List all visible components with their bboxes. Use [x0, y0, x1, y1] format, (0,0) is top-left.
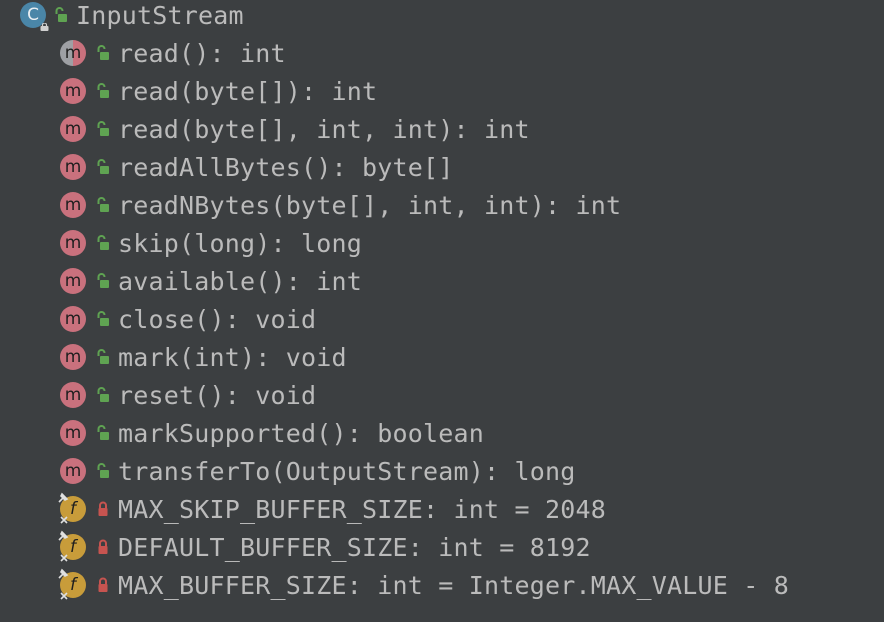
method-icon: m: [60, 154, 86, 180]
public-icon: [97, 197, 109, 212]
structure-panel: C InputStream m read(): int m read(byte[]):…: [0, 0, 884, 622]
method-signature: read(byte[]): int: [118, 76, 378, 106]
public-icon: [97, 159, 109, 174]
method-icon: m: [60, 344, 86, 370]
badge-letter: m: [64, 80, 82, 101]
final-pin-icon: [60, 516, 68, 524]
method-node-read[interactable]: m read(byte[], int, int): int: [60, 110, 530, 148]
field-signature: MAX_SKIP_BUFFER_SIZE: int = 2048: [118, 494, 607, 524]
badge-letter: m: [64, 384, 82, 405]
private-icon: [98, 501, 108, 516]
final-pin-icon: [60, 592, 68, 600]
badge-letter: m: [64, 460, 82, 481]
field-icon: f: [58, 492, 86, 524]
method-node-skip[interactable]: m skip(long): long: [60, 224, 362, 262]
public-icon: [97, 83, 109, 98]
badge-letter: m: [64, 194, 82, 215]
public-icon: [97, 387, 109, 402]
badge-letter: m: [64, 346, 82, 367]
class-node[interactable]: C InputStream: [20, 0, 244, 34]
class-icon: C: [20, 2, 49, 31]
method-node-mark[interactable]: m mark(int): void: [60, 338, 347, 376]
field-node-max-skip-buffer-size[interactable]: f MAX_SKIP_BUFFER_SIZE: int = 2048: [58, 490, 607, 528]
field-node-default-buffer-size[interactable]: f DEFAULT_BUFFER_SIZE: int = 8192: [58, 528, 591, 566]
method-node-close[interactable]: m close(): void: [60, 300, 316, 338]
static-pin-icon: [58, 492, 69, 503]
field-signature: MAX_BUFFER_SIZE: int = Integer.MAX_VALUE…: [118, 570, 790, 600]
public-icon: [97, 425, 109, 440]
static-pin-icon: [58, 568, 69, 579]
public-icon: [55, 7, 67, 22]
method-signature: close(): void: [118, 304, 317, 334]
method-node-read[interactable]: m read(byte[]): int: [60, 72, 377, 110]
method-node-read[interactable]: m read(): int: [60, 34, 286, 72]
method-icon: m: [60, 40, 86, 66]
public-icon: [97, 311, 109, 326]
method-signature: reset(): void: [118, 380, 317, 410]
lock-icon: [40, 23, 49, 31]
public-icon: [97, 349, 109, 364]
method-signature: read(byte[], int, int): int: [118, 114, 530, 144]
public-icon: [97, 273, 109, 288]
field-icon: f: [58, 568, 86, 600]
badge-letter: m: [64, 42, 82, 63]
method-signature: read(): int: [118, 38, 286, 68]
method-signature: markSupported(): boolean: [118, 418, 485, 448]
method-icon: m: [60, 306, 86, 332]
badge-letter: m: [64, 156, 82, 177]
method-icon: m: [60, 192, 86, 218]
method-node-available[interactable]: m available(): int: [60, 262, 362, 300]
method-icon: m: [60, 268, 86, 294]
badge-letter: f: [70, 536, 76, 557]
method-signature: readAllBytes(): byte[]: [118, 152, 454, 182]
method-node-transferto[interactable]: m transferTo(OutputStream): long: [60, 452, 576, 490]
public-icon: [97, 235, 109, 250]
method-icon: m: [60, 458, 86, 484]
public-icon: [97, 121, 109, 136]
field-icon: f: [58, 530, 86, 562]
field-signature: DEFAULT_BUFFER_SIZE: int = 8192: [118, 532, 591, 562]
badge-letter: m: [64, 232, 82, 253]
class-name: InputStream: [76, 0, 244, 30]
method-icon: m: [60, 382, 86, 408]
badge-letter: m: [64, 270, 82, 291]
method-icon: m: [60, 230, 86, 256]
badge-letter: m: [64, 118, 82, 139]
method-icon: m: [60, 116, 86, 142]
method-signature: readNBytes(byte[], int, int): int: [118, 190, 622, 220]
field-node-max-buffer-size[interactable]: f MAX_BUFFER_SIZE: int = Integer.MAX_VALU…: [58, 566, 790, 604]
method-signature: transferTo(OutputStream): long: [118, 456, 576, 486]
badge-letter: m: [64, 308, 82, 329]
method-node-readnbytes[interactable]: m readNBytes(byte[], int, int): int: [60, 186, 621, 224]
method-signature: available(): int: [118, 266, 363, 296]
method-icon: m: [60, 420, 86, 446]
private-icon: [98, 577, 108, 592]
method-node-readallbytes[interactable]: m readAllBytes(): byte[]: [60, 148, 454, 186]
method-node-reset[interactable]: m reset(): void: [60, 376, 316, 414]
badge-letter: m: [64, 422, 82, 443]
class-badge-letter: C: [27, 4, 39, 25]
method-node-marksupported[interactable]: m markSupported(): boolean: [60, 414, 484, 452]
badge-letter: f: [70, 498, 76, 519]
badge-letter: f: [70, 574, 76, 595]
method-icon: m: [60, 78, 86, 104]
method-signature: mark(int): void: [118, 342, 347, 372]
private-icon: [98, 539, 108, 554]
static-pin-icon: [58, 530, 69, 541]
final-pin-icon: [60, 554, 68, 562]
public-icon: [97, 45, 109, 60]
method-signature: skip(long): long: [118, 228, 363, 258]
public-icon: [97, 463, 109, 478]
